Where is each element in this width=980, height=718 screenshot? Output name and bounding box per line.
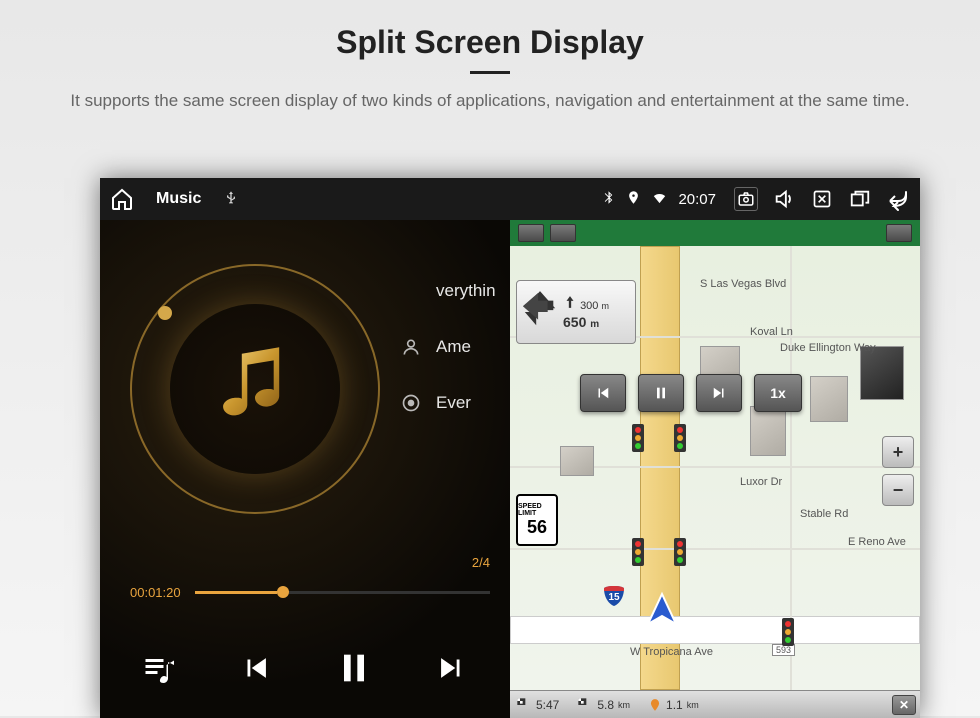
elapsed-time: 00:01:20 (130, 585, 181, 600)
nav-topbar (510, 220, 920, 246)
song-icon (400, 280, 422, 302)
album-name: Ever (436, 393, 471, 413)
page-title: Split Screen Display (40, 24, 940, 61)
title-underline (470, 71, 510, 74)
back-icon[interactable] (886, 187, 910, 211)
street-label: W Tropicana Ave (630, 646, 713, 658)
album-icon (400, 392, 422, 414)
street-label: E Reno Ave (848, 536, 906, 548)
eta-display: 5:47 (516, 697, 559, 713)
nav-view-button[interactable] (550, 224, 576, 242)
track-counter: 2/4 (472, 555, 490, 570)
sim-pause-button[interactable] (638, 374, 684, 412)
navigation-panel: S Las Vegas Blvd Koval Ln Duke Ellington… (510, 220, 920, 718)
home-icon[interactable] (110, 187, 134, 211)
app-title: Music (156, 190, 201, 208)
traffic-light-icon (782, 618, 794, 646)
status-icons: 20:07 (601, 189, 716, 210)
bluetooth-icon (601, 190, 616, 209)
usb-icon[interactable] (223, 190, 239, 209)
sim-next-button[interactable] (696, 374, 742, 412)
sim-speed-button[interactable]: 1x (754, 374, 802, 412)
track-meta: verythin Ame Ever (400, 280, 496, 414)
current-position-icon (642, 590, 682, 630)
nav-menu-button[interactable] (518, 224, 544, 242)
street-label: Koval Ln (750, 326, 793, 338)
status-bar: Music 20:07 (100, 178, 920, 220)
street-label: Duke Ellington Way (780, 342, 876, 354)
screenshot-icon[interactable] (734, 187, 758, 211)
turn-ahead-icon (563, 295, 577, 309)
page-header: Split Screen Display It supports the sam… (0, 0, 980, 132)
remaining-distance: 1.1km (648, 698, 699, 712)
traffic-light-icon (632, 538, 644, 566)
turn-instruction: 300 m 650 m (516, 280, 636, 344)
wifi-icon (651, 189, 668, 210)
sim-controls: 1x (580, 374, 802, 412)
device-screen: Music 20:07 (100, 178, 920, 718)
clock-time: 20:07 (678, 191, 716, 208)
traffic-light-icon (674, 538, 686, 566)
location-icon (626, 190, 641, 209)
page-subtitle: It supports the same screen display of t… (50, 88, 930, 114)
speed-limit-sign: SPEED LIMIT 56 (516, 494, 558, 546)
street-label: S Las Vegas Blvd (700, 278, 786, 290)
music-note-icon (200, 334, 310, 444)
pin-icon (648, 698, 662, 712)
nav-close-button[interactable]: ✕ (892, 695, 916, 715)
next-button[interactable] (427, 644, 475, 692)
flag-clock-icon (516, 697, 532, 713)
total-distance: 5.8km (577, 697, 630, 713)
zoom-out-button[interactable]: − (882, 474, 914, 506)
recent-apps-icon[interactable] (848, 187, 872, 211)
sim-prev-button[interactable] (580, 374, 626, 412)
playlist-button[interactable] (135, 644, 183, 692)
nav-option-button[interactable] (886, 224, 912, 242)
previous-button[interactable] (232, 644, 280, 692)
street-label: Stable Rd (800, 508, 848, 520)
street-label: Luxor Dr (740, 476, 782, 488)
song-title: verythin (436, 281, 496, 301)
interstate-shield-icon: 15 (602, 584, 626, 608)
traffic-light-icon (674, 424, 686, 452)
progress-bar[interactable]: 00:01:20 (130, 585, 490, 600)
close-icon[interactable] (810, 187, 834, 211)
artist-icon (400, 336, 422, 358)
traffic-light-icon (632, 424, 644, 452)
flag-distance-icon (577, 697, 593, 713)
cross-road (510, 616, 920, 644)
music-panel: verythin Ame Ever 2/4 00:01:20 (100, 220, 510, 718)
artist-name: Ame (436, 337, 471, 357)
pause-button[interactable] (330, 644, 378, 692)
volume-icon[interactable] (772, 187, 796, 211)
map-canvas[interactable]: S Las Vegas Blvd Koval Ln Duke Ellington… (510, 246, 920, 690)
svg-text:15: 15 (608, 592, 620, 603)
album-art[interactable] (130, 264, 380, 514)
turn-left-icon (521, 289, 559, 335)
zoom-in-button[interactable]: + (882, 436, 914, 468)
nav-bottom-bar: 5:47 5.8km 1.1km ✕ (510, 690, 920, 718)
